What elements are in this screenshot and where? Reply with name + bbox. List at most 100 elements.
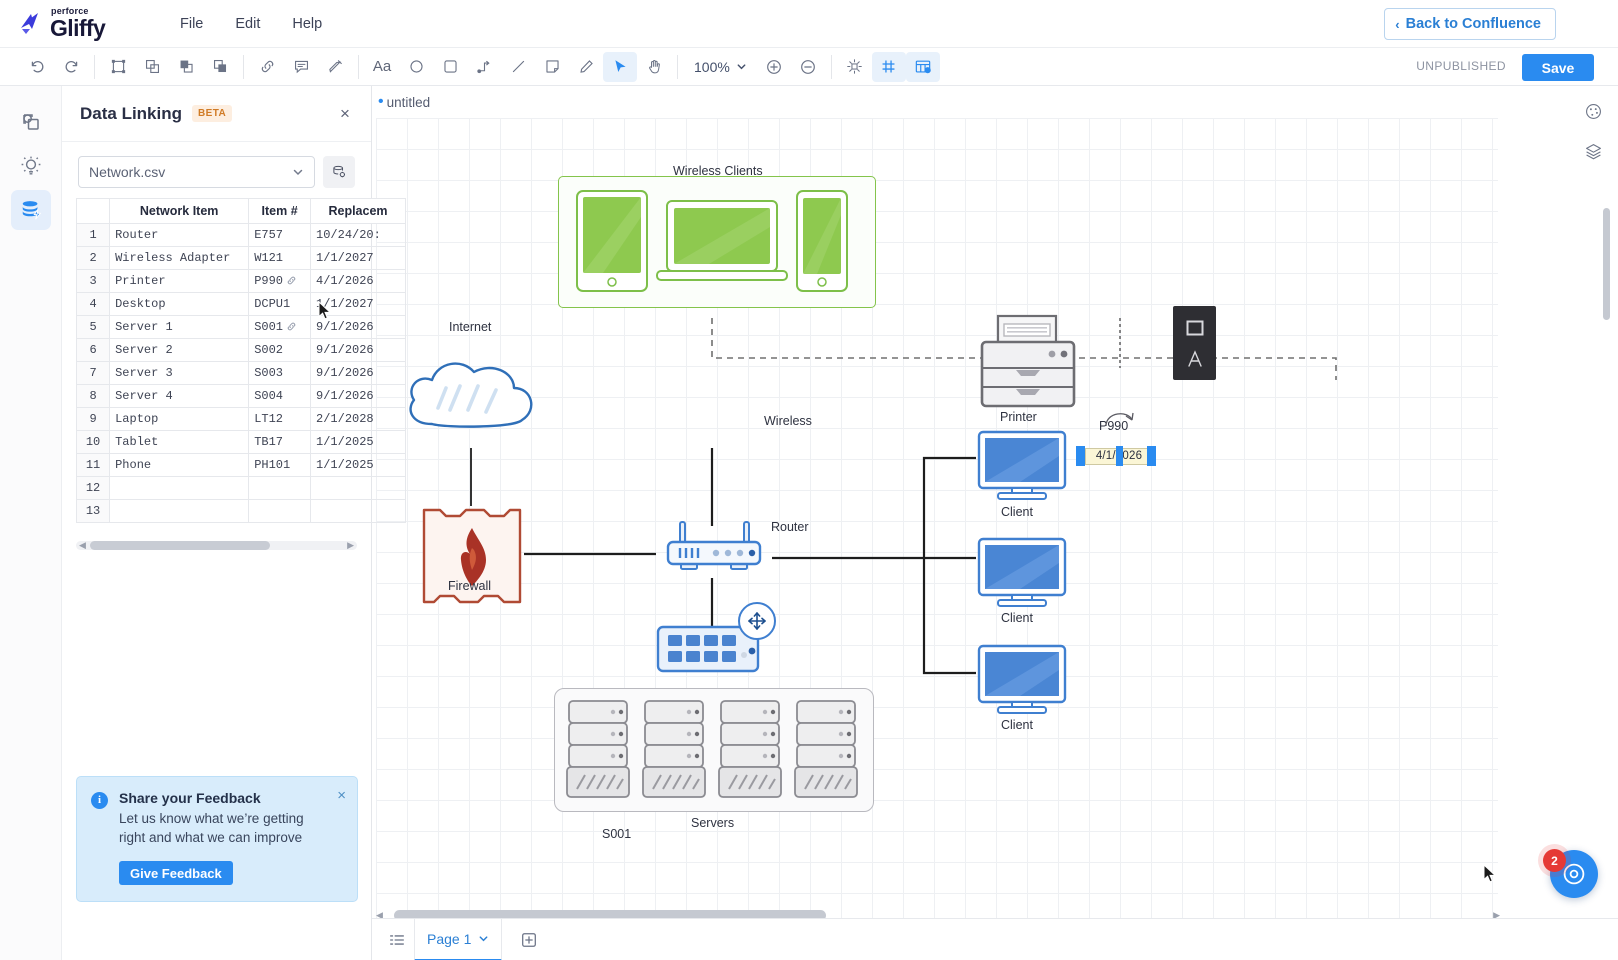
- cell-network-item[interactable]: Phone: [110, 454, 249, 477]
- resize-handle-right[interactable]: [1147, 446, 1156, 466]
- pointer-icon[interactable]: [603, 52, 637, 82]
- row-number[interactable]: 5: [77, 316, 110, 339]
- cell-replacement-date[interactable]: [311, 500, 406, 523]
- client-shape-1[interactable]: [976, 430, 1068, 507]
- col-header-replacement[interactable]: Replacem: [311, 199, 406, 224]
- cell-network-item[interactable]: Router: [110, 224, 249, 247]
- table-row[interactable]: 10TabletTB171/1/2025: [77, 431, 406, 454]
- zoom-in-icon[interactable]: [757, 52, 791, 82]
- redo-icon[interactable]: [54, 52, 88, 82]
- cell-item-number[interactable]: [249, 500, 311, 523]
- cell-item-number[interactable]: PH101: [249, 454, 311, 477]
- scroll-right-icon[interactable]: ▶: [344, 540, 357, 551]
- label-wireless-clients[interactable]: Wireless Clients: [673, 164, 763, 178]
- label-client-1[interactable]: Client: [1001, 505, 1033, 519]
- label-s001[interactable]: S001: [602, 827, 631, 841]
- cell-item-number[interactable]: S004: [249, 385, 311, 408]
- menu-help[interactable]: Help: [276, 9, 338, 39]
- comment-icon[interactable]: [284, 52, 318, 82]
- table-row[interactable]: 1RouterE75710/24/20:: [77, 224, 406, 247]
- cell-network-item[interactable]: Desktop: [110, 293, 249, 316]
- label-client-3[interactable]: Client: [1001, 718, 1033, 732]
- cell-replacement-date[interactable]: 10/24/20:: [311, 224, 406, 247]
- cell-replacement-date[interactable]: 2/1/2028: [311, 408, 406, 431]
- group-icon[interactable]: [135, 52, 169, 82]
- help-notification-badge[interactable]: 2: [1543, 849, 1566, 872]
- cell-replacement-date[interactable]: 9/1/2026: [311, 385, 406, 408]
- scroll-left-icon[interactable]: ◀: [76, 540, 89, 551]
- cell-item-number[interactable]: LT12: [249, 408, 311, 431]
- undo-icon[interactable]: [20, 52, 54, 82]
- zoom-out-icon[interactable]: [791, 52, 825, 82]
- cell-network-item[interactable]: [110, 477, 249, 500]
- resize-handle-left[interactable]: [1076, 446, 1085, 466]
- snap-icon[interactable]: [838, 52, 872, 82]
- table-row[interactable]: 2Wireless AdapterW1211/1/2027: [77, 247, 406, 270]
- manage-data-source-button[interactable]: [323, 156, 355, 188]
- menu-file[interactable]: File: [164, 9, 219, 39]
- label-printer[interactable]: Printer: [1000, 410, 1037, 424]
- cell-network-item[interactable]: Laptop: [110, 408, 249, 431]
- move-handle-icon[interactable]: [738, 602, 776, 640]
- table-row[interactable]: 11PhonePH1011/1/2025: [77, 454, 406, 477]
- row-number[interactable]: 11: [77, 454, 110, 477]
- cell-item-number[interactable]: E757: [249, 224, 311, 247]
- cell-network-item[interactable]: Wireless Adapter: [110, 247, 249, 270]
- close-icon[interactable]: ×: [337, 787, 346, 804]
- link-icon[interactable]: [286, 275, 297, 286]
- client-shape-3[interactable]: [976, 644, 1068, 721]
- send-to-back-icon[interactable]: [203, 52, 237, 82]
- cell-replacement-date[interactable]: 9/1/2026: [311, 362, 406, 385]
- page-tab-1[interactable]: Page 1: [414, 919, 502, 960]
- cell-replacement-date[interactable]: 1/1/2027: [311, 247, 406, 270]
- rectangle-icon[interactable]: [433, 52, 467, 82]
- cell-replacement-date[interactable]: 9/1/2026: [311, 316, 406, 339]
- grid-icon[interactable]: [872, 52, 906, 82]
- row-number[interactable]: 2: [77, 247, 110, 270]
- hand-icon[interactable]: [637, 52, 671, 82]
- scrollbar-thumb[interactable]: [90, 541, 270, 550]
- table-row[interactable]: 13: [77, 500, 406, 523]
- sidebar-item-settings[interactable]: [11, 146, 51, 186]
- cell-item-number[interactable]: S001: [249, 316, 311, 339]
- cell-replacement-date[interactable]: 1/1/2025: [311, 454, 406, 477]
- internet-cloud-shape[interactable]: [400, 348, 542, 453]
- row-number[interactable]: 6: [77, 339, 110, 362]
- eyedropper-icon[interactable]: [318, 52, 352, 82]
- row-number[interactable]: 1: [77, 224, 110, 247]
- sticky-note-icon[interactable]: [535, 52, 569, 82]
- cell-replacement-date[interactable]: 9/1/2026: [311, 339, 406, 362]
- cell-replacement-date[interactable]: 1/1/2027: [311, 293, 406, 316]
- cell-item-number[interactable]: S002: [249, 339, 311, 362]
- back-to-confluence-button[interactable]: ‹ Back to Confluence: [1384, 8, 1556, 40]
- row-number[interactable]: 12: [77, 477, 110, 500]
- client-shape-2[interactable]: [976, 537, 1068, 614]
- ellipse-icon[interactable]: [399, 52, 433, 82]
- data-grid-icon[interactable]: [906, 52, 940, 82]
- save-button[interactable]: Save: [1522, 54, 1594, 81]
- cell-replacement-date[interactable]: 1/1/2025: [311, 431, 406, 454]
- cell-item-number[interactable]: W121: [249, 247, 311, 270]
- table-row[interactable]: 7Server 3S0039/1/2026: [77, 362, 406, 385]
- cell-network-item[interactable]: Tablet: [110, 431, 249, 454]
- bring-to-front-icon[interactable]: [169, 52, 203, 82]
- link-icon[interactable]: [250, 52, 284, 82]
- printer-shape[interactable]: [976, 314, 1080, 415]
- row-number[interactable]: 9: [77, 408, 110, 431]
- canvas-vertical-scrollbar[interactable]: [1603, 124, 1610, 914]
- link-icon[interactable]: [286, 321, 297, 332]
- table-row[interactable]: 8Server 4S0049/1/2026: [77, 385, 406, 408]
- firewall-shape[interactable]: [420, 506, 524, 611]
- row-number[interactable]: 13: [77, 500, 110, 523]
- row-number[interactable]: 4: [77, 293, 110, 316]
- cell-network-item[interactable]: Printer: [110, 270, 249, 293]
- cell-network-item[interactable]: Server 3: [110, 362, 249, 385]
- scrollbar-thumb[interactable]: [1603, 208, 1610, 320]
- resize-handle-middle[interactable]: [1116, 446, 1123, 466]
- row-number[interactable]: 3: [77, 270, 110, 293]
- col-header-network-item[interactable]: Network Item: [110, 199, 249, 224]
- connector-icon[interactable]: [467, 52, 501, 82]
- cell-network-item[interactable]: Server 1: [110, 316, 249, 339]
- cell-replacement-date[interactable]: [311, 477, 406, 500]
- wireless-clients-group[interactable]: [558, 176, 876, 308]
